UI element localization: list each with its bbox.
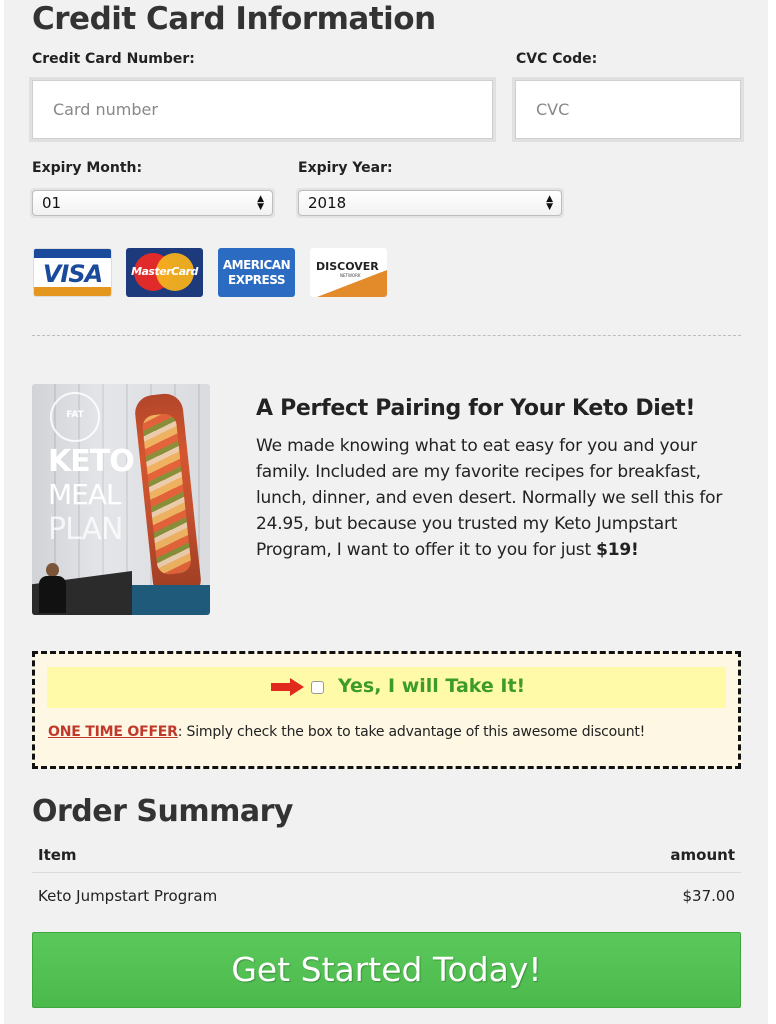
offer-checkbox[interactable] <box>311 681 324 694</box>
discover-sub: NETWORK <box>340 273 361 278</box>
offer-accept-label[interactable]: Yes, I will Take It! <box>338 675 525 697</box>
expiry-year-label: Expiry Year: <box>298 160 393 176</box>
expiry-month-label: Expiry Month: <box>32 160 143 176</box>
upsell-description-text: We made knowing what to eat easy for you… <box>256 436 723 560</box>
mastercard-logo: MasterCard <box>126 248 203 297</box>
expiry-month-value: 01 <box>42 194 62 212</box>
offer-accept-bar: Yes, I will Take It! <box>47 667 726 708</box>
card-number-input[interactable] <box>32 80 493 139</box>
one-time-offer-label: ONE TIME OFFER <box>48 724 178 740</box>
mastercard-text: MasterCard <box>131 265 198 278</box>
col-amount-header: amount <box>670 846 735 864</box>
order-summary-title: Order Summary <box>32 794 293 829</box>
cover-line1: KETO <box>48 444 135 479</box>
amex-logo: AMERICAN EXPRESS <box>218 248 295 297</box>
cover-logo-icon: FAT <box>50 392 100 442</box>
visa-bar-top <box>34 249 111 258</box>
visa-text: VISA <box>42 260 103 288</box>
arrow-shaft <box>271 683 291 691</box>
upsell-price: $19! <box>596 540 639 560</box>
select-arrows-icon: ▲ ▼ <box>546 194 553 212</box>
cover-line3: PLAN <box>48 512 123 547</box>
get-started-button[interactable]: Get Started Today! <box>32 932 741 1008</box>
table-row: Keto Jumpstart Program $37.00 <box>32 874 741 918</box>
order-summary-header: Item amount <box>32 838 741 873</box>
cvc-wrapper <box>512 77 744 142</box>
arrow-right-icon <box>271 678 305 696</box>
card-number-label: Credit Card Number: <box>32 51 195 67</box>
card-number-wrapper <box>29 77 496 142</box>
offer-note: ONE TIME OFFER: Simply check the box to … <box>48 724 645 740</box>
discover-logo: DISCOVER NETWORK <box>310 248 387 297</box>
upsell-description: We made knowing what to eat easy for you… <box>256 433 736 563</box>
discover-text: DISCOVER <box>316 260 379 273</box>
cover-line2: MEAL <box>48 478 122 511</box>
expiry-month-select[interactable]: 01 ▲ ▼ <box>30 188 275 218</box>
amex-line1: AMERICAN <box>222 258 291 272</box>
right-edge <box>768 0 776 1024</box>
order-item-amount: $37.00 <box>682 887 736 905</box>
section-divider <box>32 335 741 336</box>
left-edge <box>0 0 4 1024</box>
cover-logo-text: FAT <box>66 410 84 420</box>
upsell-title: A Perfect Pairing for Your Keto Diet! <box>256 396 696 421</box>
visa-logo: VISA <box>33 248 112 297</box>
order-item-name: Keto Jumpstart Program <box>38 887 218 905</box>
author-body <box>39 576 66 613</box>
cvc-input[interactable] <box>515 80 741 139</box>
author-photo <box>38 563 66 613</box>
keto-meal-plan-cover: FAT KETO MEAL PLAN <box>32 384 210 615</box>
expiry-year-select[interactable]: 2018 ▲ ▼ <box>296 188 564 218</box>
author-head <box>46 563 59 577</box>
cvc-label: CVC Code: <box>516 51 598 67</box>
offer-note-text: : Simply check the box to take advantage… <box>177 724 646 740</box>
col-item-header: Item <box>38 846 77 864</box>
amex-line2: EXPRESS <box>228 273 285 287</box>
expiry-year-value: 2018 <box>308 194 347 212</box>
one-time-offer-box: Yes, I will Take It! ONE TIME OFFER: Sim… <box>32 651 741 769</box>
visa-bar-bottom <box>34 287 111 296</box>
section-title: Credit Card Information <box>32 1 436 37</box>
arrow-head <box>290 678 304 696</box>
amex-text: AMERICAN EXPRESS <box>218 258 295 288</box>
expiry-year-box[interactable]: 2018 ▲ ▼ <box>298 190 562 216</box>
select-arrows-icon: ▲ ▼ <box>257 194 264 212</box>
expiry-month-box[interactable]: 01 ▲ ▼ <box>32 190 273 216</box>
